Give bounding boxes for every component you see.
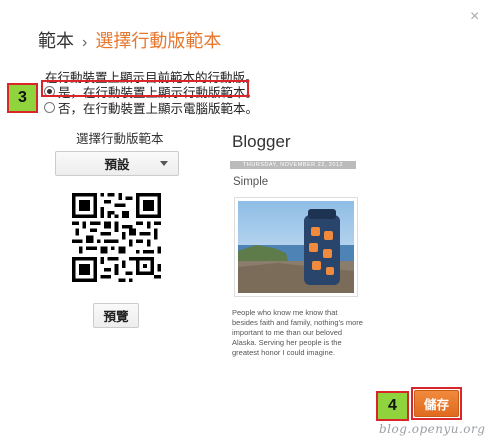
preview-photo-image xyxy=(238,201,354,293)
save-button[interactable]: 儲存 xyxy=(414,390,459,417)
highlight-box-option-yes xyxy=(41,80,249,97)
close-icon[interactable]: × xyxy=(470,8,479,26)
watermark: blog.openyu.org xyxy=(379,422,486,436)
dropdown-arrow-icon xyxy=(160,161,168,166)
template-picker-label: 選擇行動版範本 xyxy=(76,132,164,146)
radio-no-label[interactable]: 否，在行動裝置上顯示電腦版範本。 xyxy=(58,98,258,117)
preview-blog-title: Blogger xyxy=(232,132,291,151)
step-badge-4: 4 xyxy=(376,391,409,421)
breadcrumb: 範本 › 選擇行動版範本 xyxy=(38,27,221,53)
step-badge-3: 3 xyxy=(7,83,38,113)
template-select[interactable]: 預設 xyxy=(55,151,179,176)
mobile-template-dialog: 範本 › 選擇行動版範本 × 在行動裝置上顯示目前範本的行動版。 是，在行動裝置上顯… xyxy=(0,0,496,444)
radio-option-no[interactable]: 否，在行動裝置上顯示電腦版範本。 xyxy=(44,98,258,117)
breadcrumb-current: 選擇行動版範本 xyxy=(95,31,222,51)
preview-body-text: People who know me know that besides fai… xyxy=(232,308,363,357)
preview-button[interactable]: 預覽 xyxy=(93,303,139,328)
radio-button-no[interactable] xyxy=(44,102,55,113)
preview-post-title: Simple xyxy=(233,176,269,188)
template-select-value: 預設 xyxy=(104,158,130,172)
qr-code-icon xyxy=(72,193,161,282)
breadcrumb-root[interactable]: 範本 xyxy=(38,31,74,51)
preview-date-bar: THURSDAY, NOVEMBER 22, 2012 xyxy=(230,161,356,169)
breadcrumb-separator-icon: › xyxy=(82,34,88,51)
preview-photo xyxy=(234,197,358,297)
